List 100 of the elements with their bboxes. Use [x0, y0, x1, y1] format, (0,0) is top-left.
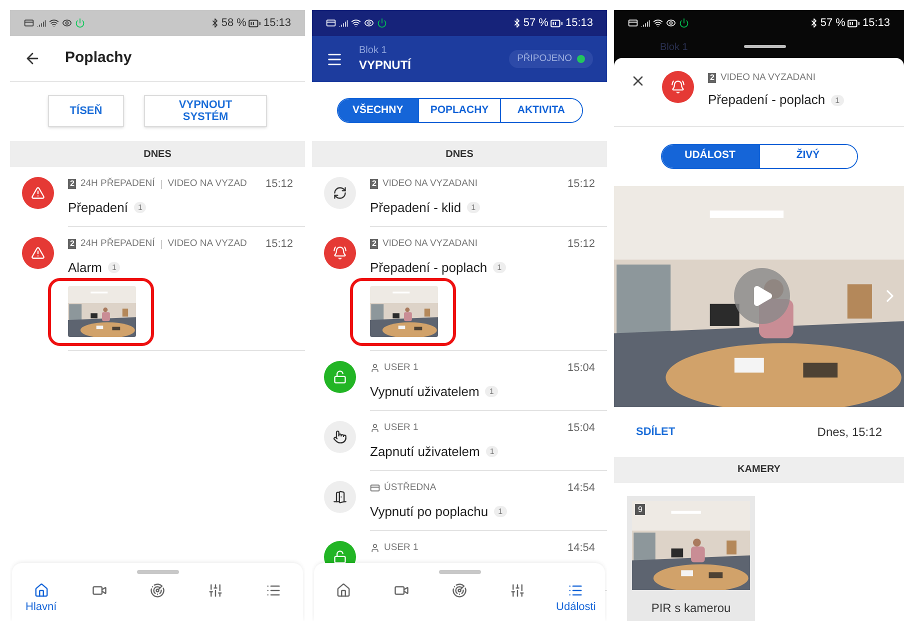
event-source: VIDEO NA VYZAD	[168, 177, 247, 192]
screen-title: Poplachy	[65, 48, 132, 68]
bluetooth-icon	[809, 18, 820, 28]
signal-icon	[339, 18, 348, 28]
arm-state: VYPNUTÍ	[359, 58, 412, 73]
section-header: DNES	[10, 141, 305, 167]
signal-icon	[37, 18, 46, 28]
count-badge: 1	[108, 262, 120, 273]
event-time: 15:12	[567, 177, 595, 192]
video-camera-icon	[92, 583, 107, 598]
bell-icon	[324, 237, 356, 269]
event-time: 14:54	[567, 481, 595, 496]
event-time: 15:12	[265, 237, 293, 252]
camera-card[interactable]: 9 PIR s kamerou	[627, 496, 755, 621]
zone-badge: 2	[370, 179, 378, 190]
user-icon	[370, 363, 380, 374]
event-time: 14:54	[567, 541, 595, 556]
list-icon	[266, 583, 282, 598]
bluetooth-icon	[512, 18, 522, 28]
zone-badge: 2	[370, 239, 378, 250]
event-source: VIDEO NA VYZADANI	[382, 237, 478, 252]
warning-icon	[22, 177, 54, 209]
count-badge: 1	[831, 94, 844, 106]
event-source: ÚSTŘEDNA	[384, 481, 436, 496]
count-badge: 1	[467, 202, 480, 213]
event-title: Přepadení - poplach	[370, 258, 488, 277]
bell-icon	[662, 71, 694, 103]
event-title: Vypnutí po poplachu	[370, 502, 488, 521]
filter-tab[interactable]: AKTIVITA	[500, 99, 582, 122]
battery-percent: 57 %	[523, 16, 548, 31]
unlock-icon	[324, 361, 356, 393]
battery-percent: 57 %	[820, 16, 846, 31]
event-time: 15:04	[567, 421, 595, 436]
battery-icon	[550, 16, 564, 30]
filter-tab[interactable]: UDÁLOST	[662, 144, 758, 168]
status-time: 15:13	[862, 16, 890, 31]
status-time: 15:13	[263, 16, 291, 31]
event-source: VIDEO NA VYZADANI	[720, 71, 816, 85]
camera-number: 9	[635, 504, 646, 515]
count-badge: 1	[486, 446, 498, 457]
card-icon	[24, 18, 34, 28]
filter-tab[interactable]: ŽIVÝ	[758, 144, 856, 168]
power-icon	[377, 18, 387, 28]
event-time: 15:12	[567, 237, 595, 252]
card-icon	[628, 18, 638, 28]
event-source: USER 1	[384, 361, 418, 376]
radar-icon	[150, 583, 165, 598]
zone-badge: 2	[68, 239, 76, 250]
share-button[interactable]: SDÍLET	[636, 424, 676, 440]
action-button[interactable]: VYPNOUT SYSTÉM	[144, 95, 267, 127]
door-icon	[324, 481, 356, 513]
event-title: Přepadení	[68, 198, 128, 217]
section-header: DNES	[312, 141, 607, 167]
home-icon	[336, 583, 351, 598]
sliders-icon	[510, 583, 526, 598]
card-icon	[326, 18, 336, 28]
bluetooth-icon	[210, 18, 220, 28]
battery-percent: 58 %	[221, 16, 246, 31]
wifi-icon	[653, 18, 663, 28]
event-title: Alarm	[68, 258, 102, 276]
battery-icon	[847, 16, 860, 30]
nav-tab[interactable]: Události	[546, 583, 606, 613]
event-time: 15:04	[567, 361, 595, 376]
status-time: 15:13	[565, 16, 593, 31]
zone-badge: 2	[708, 73, 716, 84]
battery-icon	[248, 16, 262, 30]
sliders-icon	[208, 583, 224, 598]
zone-badge: 2	[68, 179, 76, 190]
power-icon	[75, 18, 85, 28]
block-name: Blok 1	[359, 45, 388, 58]
event-source: VIDEO NA VYZAD	[168, 237, 247, 252]
event-title: Zapnutí uživatelem	[370, 442, 480, 461]
event-source: VIDEO NA VYZADANI	[382, 177, 478, 192]
drag-handle[interactable]	[744, 45, 786, 48]
warning-icon	[22, 237, 54, 269]
wifi-icon	[351, 18, 361, 28]
user-icon	[370, 543, 380, 554]
action-button[interactable]: TÍSEŇ	[48, 95, 124, 127]
wifi-icon	[49, 18, 59, 28]
event-source: 24H PŘEPADENÍ	[80, 177, 155, 192]
count-badge: 1	[494, 506, 507, 517]
nav-tab[interactable]: Hlavní	[12, 583, 70, 613]
event-title: Přepadení - klid	[370, 198, 462, 217]
drag-handle[interactable]	[136, 570, 178, 574]
filter-tab[interactable]: VŠECHNY	[338, 99, 418, 122]
home-icon	[34, 583, 49, 598]
eye-icon	[62, 18, 72, 28]
event-title: Vypnutí uživatelem	[370, 382, 480, 401]
eye-icon	[666, 18, 676, 28]
count-badge: 1	[485, 386, 498, 397]
back-icon[interactable]	[24, 50, 41, 67]
event-source: 24H PŘEPADENÍ	[80, 237, 155, 252]
sync-icon	[324, 177, 356, 209]
drag-handle[interactable]	[438, 570, 480, 574]
event-title: Přepadení - poplach	[708, 91, 826, 110]
power-icon	[679, 18, 689, 28]
signal-icon	[641, 18, 650, 28]
event-timestamp: Dnes, 15:12	[817, 424, 882, 441]
count-badge: 1	[493, 262, 506, 273]
count-badge: 1	[134, 202, 146, 213]
